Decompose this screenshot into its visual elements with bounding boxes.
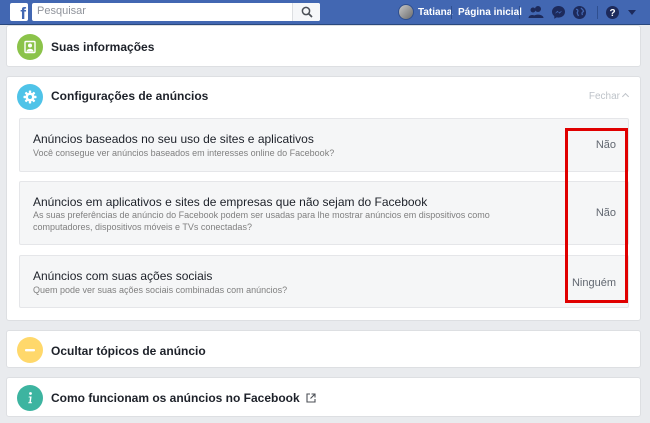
search-input[interactable]: Pesquisar	[37, 5, 86, 17]
highlight-box	[565, 128, 628, 303]
divider	[519, 6, 520, 19]
notifications-globe-icon[interactable]	[572, 5, 587, 20]
how-ads-work-section[interactable]: Como funcionam os anúncios no Facebook	[6, 377, 641, 417]
user-name: Tatiana	[418, 7, 453, 18]
your-information-section[interactable]: Suas informações	[6, 25, 641, 67]
messenger-icon[interactable]	[551, 5, 566, 20]
settings-gear-icon	[17, 84, 43, 110]
setting-row-social-actions[interactable]: Anúncios com suas ações sociais Quem pod…	[19, 255, 629, 308]
dropdown-caret-icon[interactable]	[628, 10, 636, 15]
search-icon	[301, 6, 313, 18]
setting-description: As suas preferências de anúncio do Faceb…	[33, 210, 490, 232]
ad-settings-section: Configurações de anúncios Fechar Anúncio…	[6, 76, 641, 321]
your-information-icon	[17, 34, 43, 60]
section-title: Suas informações	[51, 40, 155, 54]
setting-title: Anúncios baseados no seu uso de sites e …	[33, 132, 314, 146]
friend-requests-icon[interactable]	[528, 5, 544, 19]
help-icon[interactable]: ?	[605, 5, 620, 20]
info-icon	[17, 385, 43, 411]
external-link-icon	[306, 393, 316, 403]
section-title-text: Como funcionam os anúncios no Facebook	[51, 391, 300, 405]
setting-title: Anúncios com suas ações sociais	[33, 269, 213, 283]
setting-title: Anúncios em aplicativos e sites de empre…	[33, 195, 428, 209]
hide-ad-topics-section[interactable]: Ocultar tópicos de anúncio	[6, 330, 641, 368]
section-title: Ocultar tópicos de anúncio	[51, 344, 206, 358]
close-section-link[interactable]: Fechar	[588, 91, 630, 102]
setting-description: Quem pode ver suas ações sociais combina…	[33, 285, 288, 295]
search-box[interactable]: Pesquisar	[32, 3, 320, 21]
search-button[interactable]	[292, 3, 320, 21]
home-link[interactable]: Página inicial	[458, 7, 522, 18]
divider	[597, 6, 598, 19]
svg-text:?: ?	[609, 8, 615, 19]
facebook-logo-icon[interactable]	[10, 3, 28, 24]
divider	[451, 6, 452, 19]
section-title: Configurações de anúncios	[51, 89, 209, 103]
section-title: Como funcionam os anúncios no Facebook	[51, 391, 316, 405]
chevron-up-icon	[621, 92, 630, 101]
avatar	[398, 4, 414, 20]
close-label: Fechar	[588, 91, 620, 102]
setting-description: Você consegue ver anúncios baseados em i…	[33, 148, 335, 158]
setting-row-off-facebook-ads[interactable]: Anúncios em aplicativos e sites de empre…	[19, 181, 629, 245]
top-navigation-bar: Pesquisar Tatiana Página inicial ?	[0, 0, 650, 25]
setting-row-interest-ads[interactable]: Anúncios baseados no seu uso de sites e …	[19, 118, 629, 172]
hide-minus-icon	[17, 337, 43, 363]
